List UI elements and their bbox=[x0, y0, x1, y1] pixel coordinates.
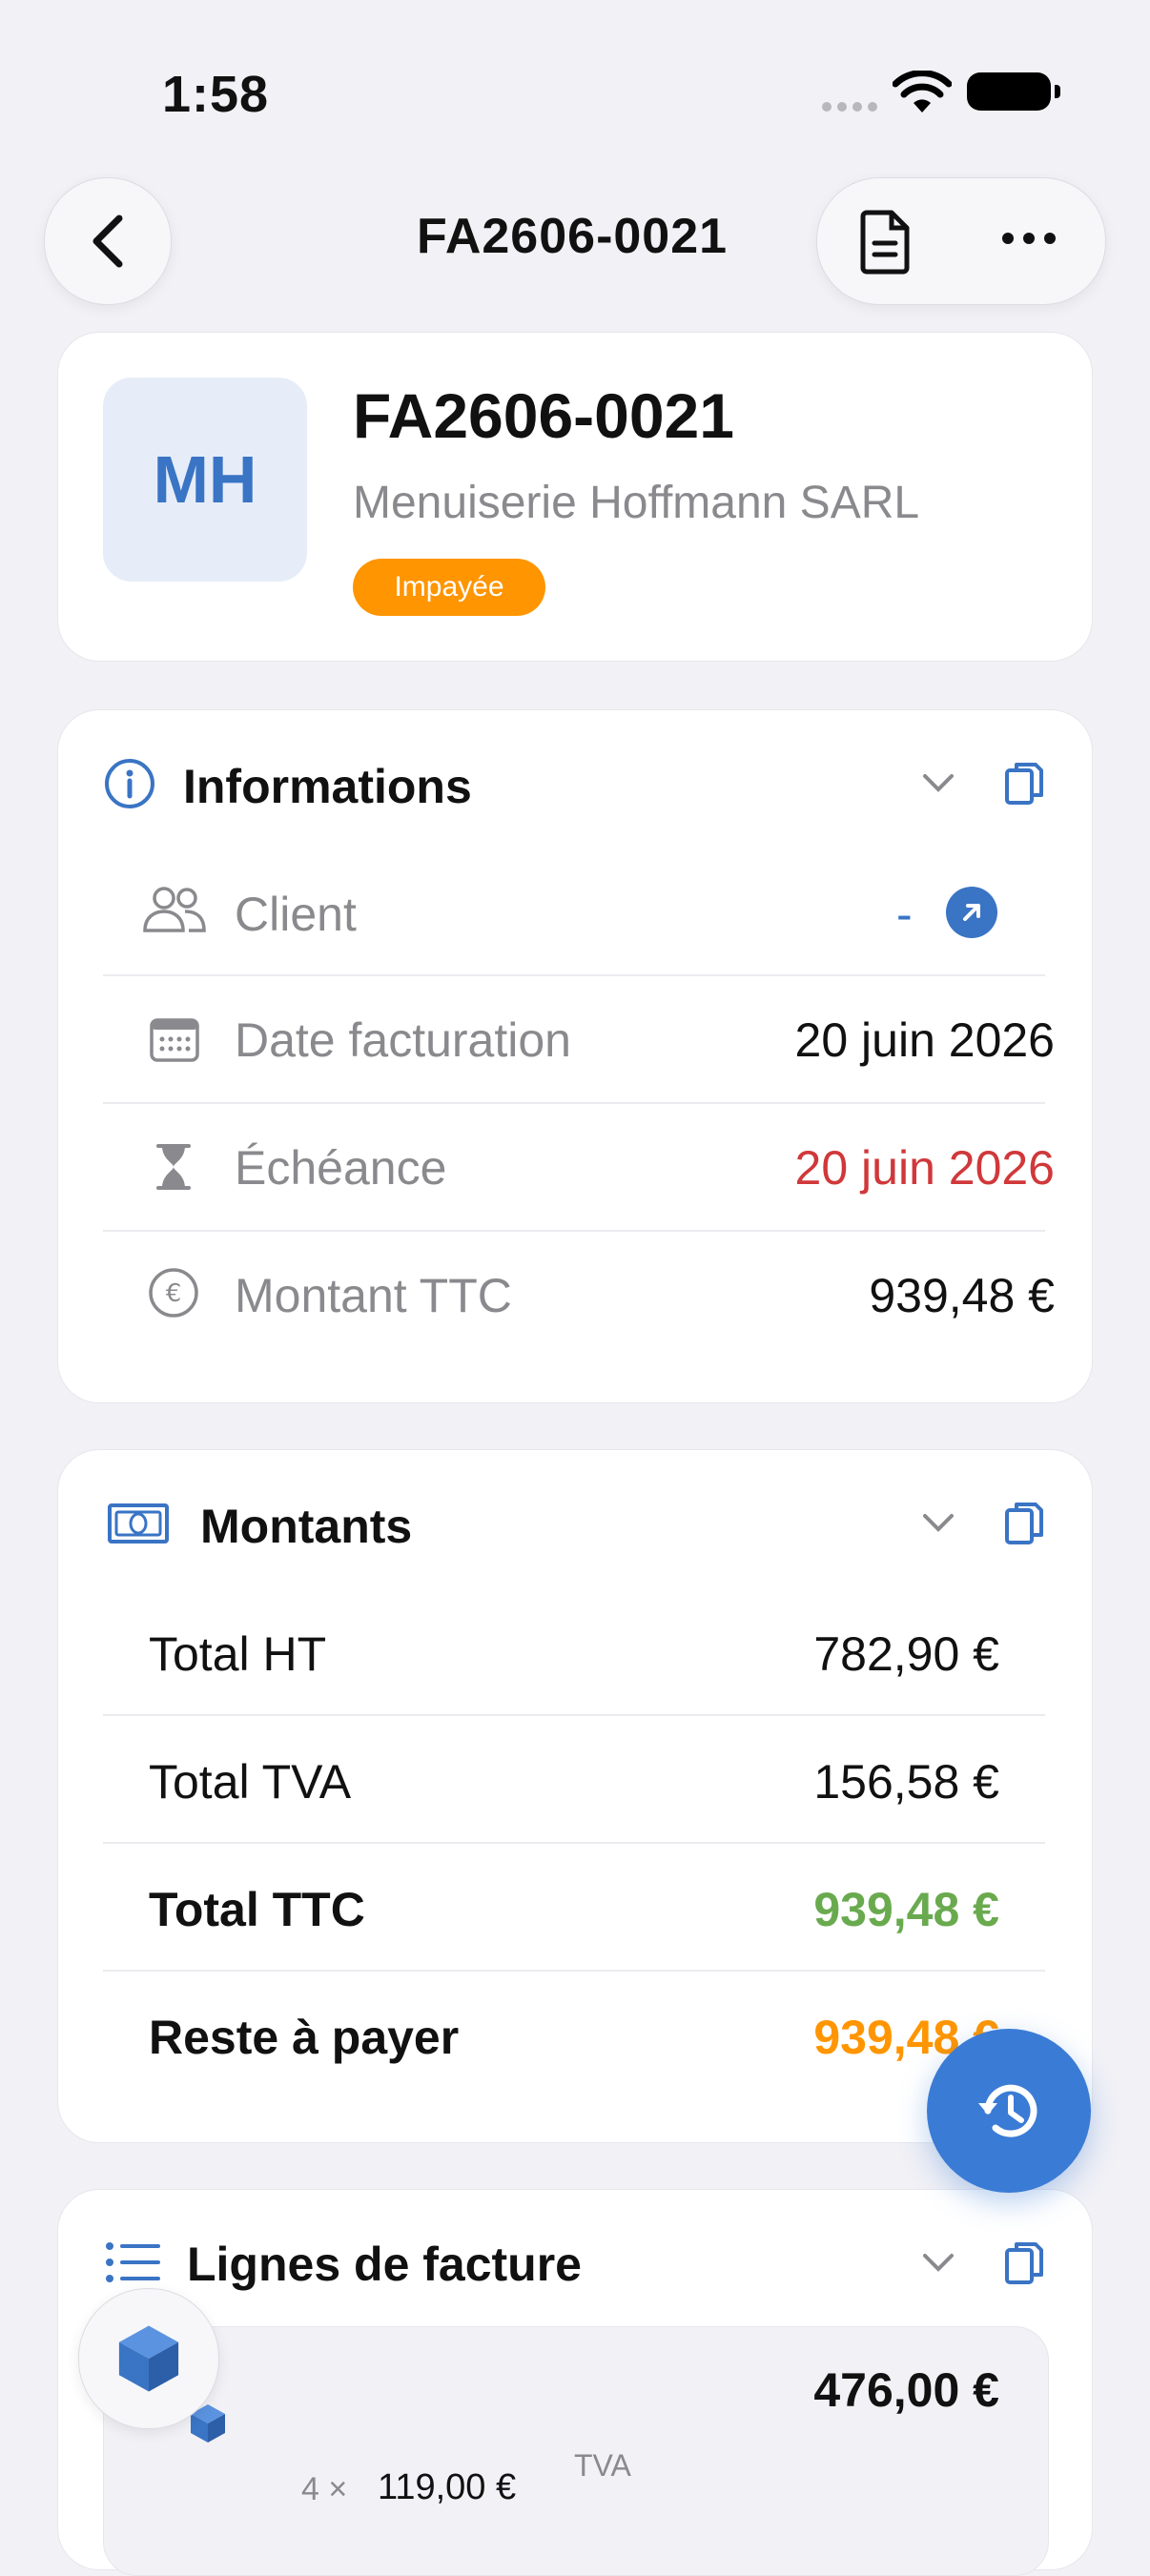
divider bbox=[103, 1102, 1045, 1104]
divider bbox=[103, 1970, 1045, 1972]
battery-icon bbox=[967, 72, 1060, 111]
document-icon bbox=[860, 210, 910, 275]
actions-pill bbox=[816, 177, 1106, 305]
amounts-title: Montants bbox=[200, 1500, 413, 1553]
client-value: - bbox=[896, 888, 913, 941]
total-ttc-value: 939,48 € bbox=[813, 1883, 999, 1936]
divider bbox=[103, 1230, 1045, 1232]
hourglass-icon bbox=[154, 1142, 193, 1196]
billing-date-label: Date facturation bbox=[235, 1013, 571, 1067]
copy-icon bbox=[1005, 1503, 1043, 1544]
line-quantity: 4 × bbox=[301, 2471, 348, 2507]
collapse-lines-button[interactable] bbox=[919, 2248, 957, 2281]
collapse-informations-button[interactable] bbox=[919, 768, 957, 802]
cellular-signal-icon bbox=[822, 99, 883, 116]
due-date-label: Échéance bbox=[235, 1141, 447, 1195]
euro-icon: € bbox=[147, 1266, 200, 1324]
copy-informations-button[interactable] bbox=[1003, 759, 1045, 813]
invoice-title: FA2606-0021 bbox=[353, 380, 734, 451]
line-total: 476,00 € bbox=[813, 2363, 999, 2417]
chevron-left-icon bbox=[92, 215, 123, 268]
products-button[interactable] bbox=[78, 2288, 219, 2429]
divider bbox=[103, 1842, 1045, 1844]
status-badge: Impayée bbox=[353, 559, 545, 616]
banknote-icon bbox=[107, 1501, 170, 1551]
back-button[interactable] bbox=[44, 177, 172, 305]
line-tva-label: TVA bbox=[574, 2448, 631, 2483]
customer-name: Menuiserie Hoffmann SARL bbox=[353, 478, 920, 528]
invoice-lines-title: Lignes de facture bbox=[187, 2238, 582, 2291]
nav-title: FA2606-0021 bbox=[416, 209, 729, 264]
total-tva-value: 156,58 € bbox=[813, 1755, 999, 1809]
history-icon bbox=[978, 2084, 1037, 2137]
arrow-up-right-icon bbox=[963, 904, 980, 921]
document-button[interactable] bbox=[853, 207, 920, 280]
total-ht-value: 782,90 € bbox=[813, 1627, 999, 1681]
line-unit-price: 119,00 € bbox=[378, 2467, 517, 2507]
info-icon bbox=[103, 757, 156, 815]
open-client-button[interactable] bbox=[946, 887, 997, 938]
divider bbox=[103, 1714, 1045, 1716]
list-icon bbox=[105, 2240, 160, 2289]
status-time: 1:58 bbox=[162, 66, 270, 123]
remaining-label: Reste à payer bbox=[149, 2011, 460, 2064]
informations-title: Informations bbox=[183, 760, 472, 813]
wifi-icon bbox=[892, 70, 953, 119]
total-ttc-label: Total TTC bbox=[149, 1883, 365, 1936]
people-icon bbox=[141, 885, 208, 939]
svg-text:€: € bbox=[166, 1279, 182, 1308]
copy-icon bbox=[1005, 763, 1043, 805]
amount-ttc-label: Montant TTC bbox=[235, 1269, 512, 1322]
more-button[interactable] bbox=[1002, 232, 1065, 249]
billing-date-value: 20 juin 2026 bbox=[794, 1013, 1055, 1067]
chevron-down-icon bbox=[923, 2254, 954, 2272]
box-icon bbox=[118, 2325, 179, 2392]
copy-lines-button[interactable] bbox=[1003, 2239, 1045, 2293]
copy-icon bbox=[1005, 2242, 1043, 2284]
due-date-value: 20 juin 2026 bbox=[794, 1141, 1055, 1195]
chevron-down-icon bbox=[923, 774, 954, 792]
copy-amounts-button[interactable] bbox=[1003, 1499, 1045, 1553]
total-tva-label: Total TVA bbox=[149, 1755, 352, 1809]
history-button[interactable] bbox=[927, 2029, 1091, 2193]
calendar-icon bbox=[149, 1014, 200, 1067]
chevron-down-icon bbox=[923, 1514, 954, 1532]
avatar: MH bbox=[103, 378, 307, 582]
divider bbox=[103, 974, 1045, 976]
client-label: Client bbox=[235, 888, 357, 941]
collapse-amounts-button[interactable] bbox=[919, 1508, 957, 1542]
total-ht-label: Total HT bbox=[149, 1627, 327, 1681]
amount-ttc-value: 939,48 € bbox=[869, 1269, 1055, 1322]
